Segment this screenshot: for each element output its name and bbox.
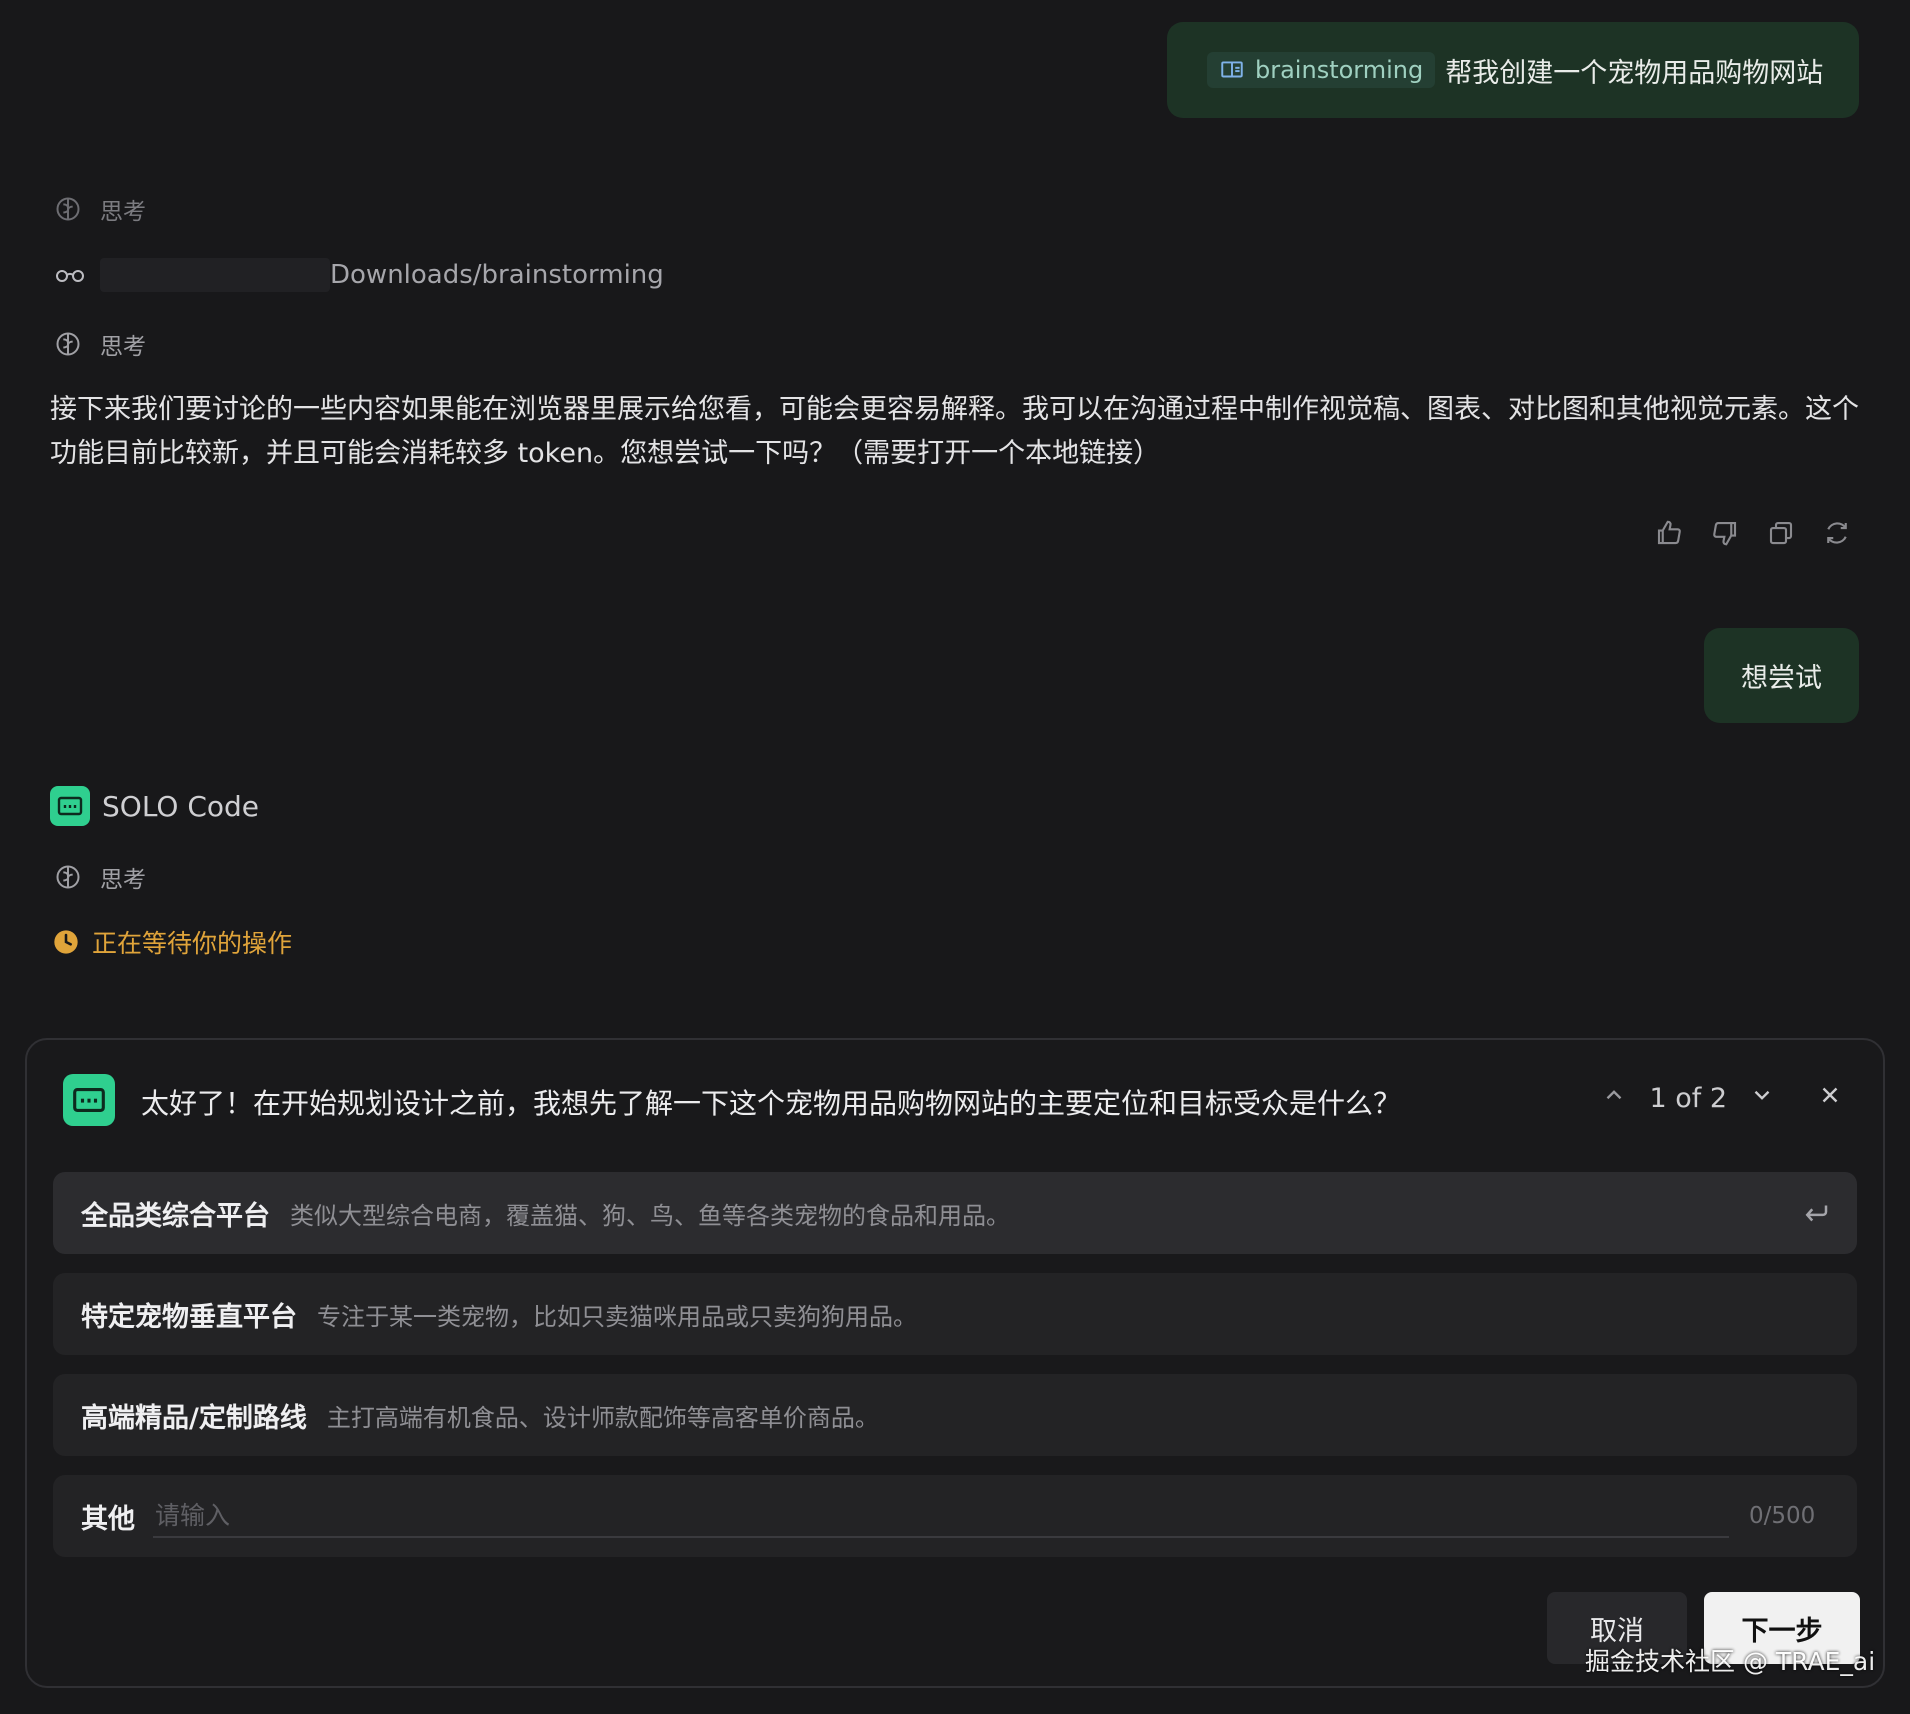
prev-question-button[interactable] [1601, 1082, 1627, 1115]
question-panel: 太好了！在开始规划设计之前，我想先了解一下这个宠物用品购物网站的主要定位和目标受… [25, 1038, 1885, 1688]
message-actions [1654, 518, 1852, 552]
thought-row[interactable]: 思考 [54, 192, 146, 226]
user-message-text: 想尝试 [1741, 663, 1822, 694]
copy-button[interactable] [1766, 518, 1796, 552]
pager-text: 1 of 2 [1649, 1083, 1727, 1114]
option-item[interactable]: 高端精品/定制路线 主打高端有机食品、设计师款配饰等高客单价商品。 [53, 1374, 1857, 1456]
other-input[interactable] [153, 1494, 1729, 1538]
enter-icon [1805, 1205, 1828, 1222]
option-item[interactable]: 全品类综合平台 类似大型综合电商，覆盖猫、狗、鸟、鱼等各类宠物的食品和用品。 [53, 1172, 1857, 1254]
thumbs-down-button[interactable] [1710, 518, 1740, 552]
option-other-label: 其他 [81, 1503, 135, 1535]
brain-icon [56, 865, 80, 889]
user-message-bubble: 想尝试 [1704, 628, 1859, 723]
solo-code-logo-icon [50, 786, 90, 826]
clock-icon [54, 930, 78, 954]
thought-label: 思考 [100, 867, 146, 893]
chevron-up-icon [1607, 1090, 1622, 1100]
redacted-path [100, 258, 330, 292]
option-description: 专注于某一类宠物，比如只卖猫咪用品或只卖狗狗用品。 [317, 1302, 917, 1331]
refresh-icon [1827, 522, 1847, 544]
option-title: 高端精品/定制路线 [81, 1402, 307, 1434]
waiting-status: 正在等待你的操作 [52, 924, 292, 960]
file-read-row[interactable]: Downloads/brainstorming [54, 258, 664, 292]
char-counter: 0/500 [1749, 1503, 1816, 1529]
user-message-text: 帮我创建一个宠物用品购物网站 [1445, 57, 1824, 89]
thumbs-up-button[interactable] [1654, 518, 1684, 552]
assistant-message: 接下来我们要讨论的一些内容如果能在浏览器里展示给您看，可能会更容易解释。我可以在… [50, 394, 1859, 469]
copy-icon [1769, 521, 1793, 545]
close-button[interactable] [1817, 1082, 1843, 1115]
thumbs-down-icon [1713, 521, 1737, 546]
question-pager: 1 of 2 [1601, 1082, 1843, 1115]
option-other: 其他 0/500 [53, 1475, 1857, 1557]
option-item[interactable]: 特定宠物垂直平台 专注于某一类宠物，比如只卖猫咪用品或只卖狗狗用品。 [53, 1273, 1857, 1355]
book-icon [1221, 61, 1243, 78]
agent-header: SOLO Code [50, 786, 259, 826]
thought-row[interactable]: 思考 [54, 860, 146, 894]
close-icon [1822, 1087, 1838, 1103]
skill-chip[interactable]: brainstorming [1207, 52, 1436, 88]
question-text: 太好了！在开始规划设计之前，我想先了解一下这个宠物用品购物网站的主要定位和目标受… [141, 1087, 1402, 1120]
regenerate-button[interactable] [1822, 518, 1852, 552]
option-description: 主打高端有机食品、设计师款配饰等高客单价商品。 [326, 1403, 879, 1432]
file-path: Downloads/brainstorming [330, 260, 664, 290]
option-description: 类似大型综合电商，覆盖猫、狗、鸟、鱼等各类宠物的食品和用品。 [290, 1201, 1010, 1230]
skill-chip-label: brainstorming [1255, 56, 1424, 84]
solo-code-logo-icon [63, 1074, 115, 1126]
option-title: 特定宠物垂直平台 [81, 1301, 297, 1333]
thought-row[interactable]: 思考 [54, 327, 146, 361]
chevron-down-icon [1754, 1090, 1770, 1100]
brain-icon [56, 197, 80, 221]
glasses-icon [56, 270, 84, 282]
agent-name: SOLO Code [102, 789, 260, 823]
thought-label: 思考 [100, 199, 146, 225]
thought-label: 思考 [100, 334, 146, 360]
option-title: 全品类综合平台 [81, 1200, 270, 1232]
brain-icon [56, 332, 80, 356]
next-question-button[interactable] [1749, 1082, 1775, 1115]
waiting-text: 正在等待你的操作 [92, 929, 293, 958]
watermark: 掘金技术社区 @ TRAE_ai [1585, 1647, 1876, 1676]
user-message-bubble: brainstorming 帮我创建一个宠物用品购物网站 [1167, 22, 1859, 118]
thumbs-up-icon [1657, 520, 1681, 545]
